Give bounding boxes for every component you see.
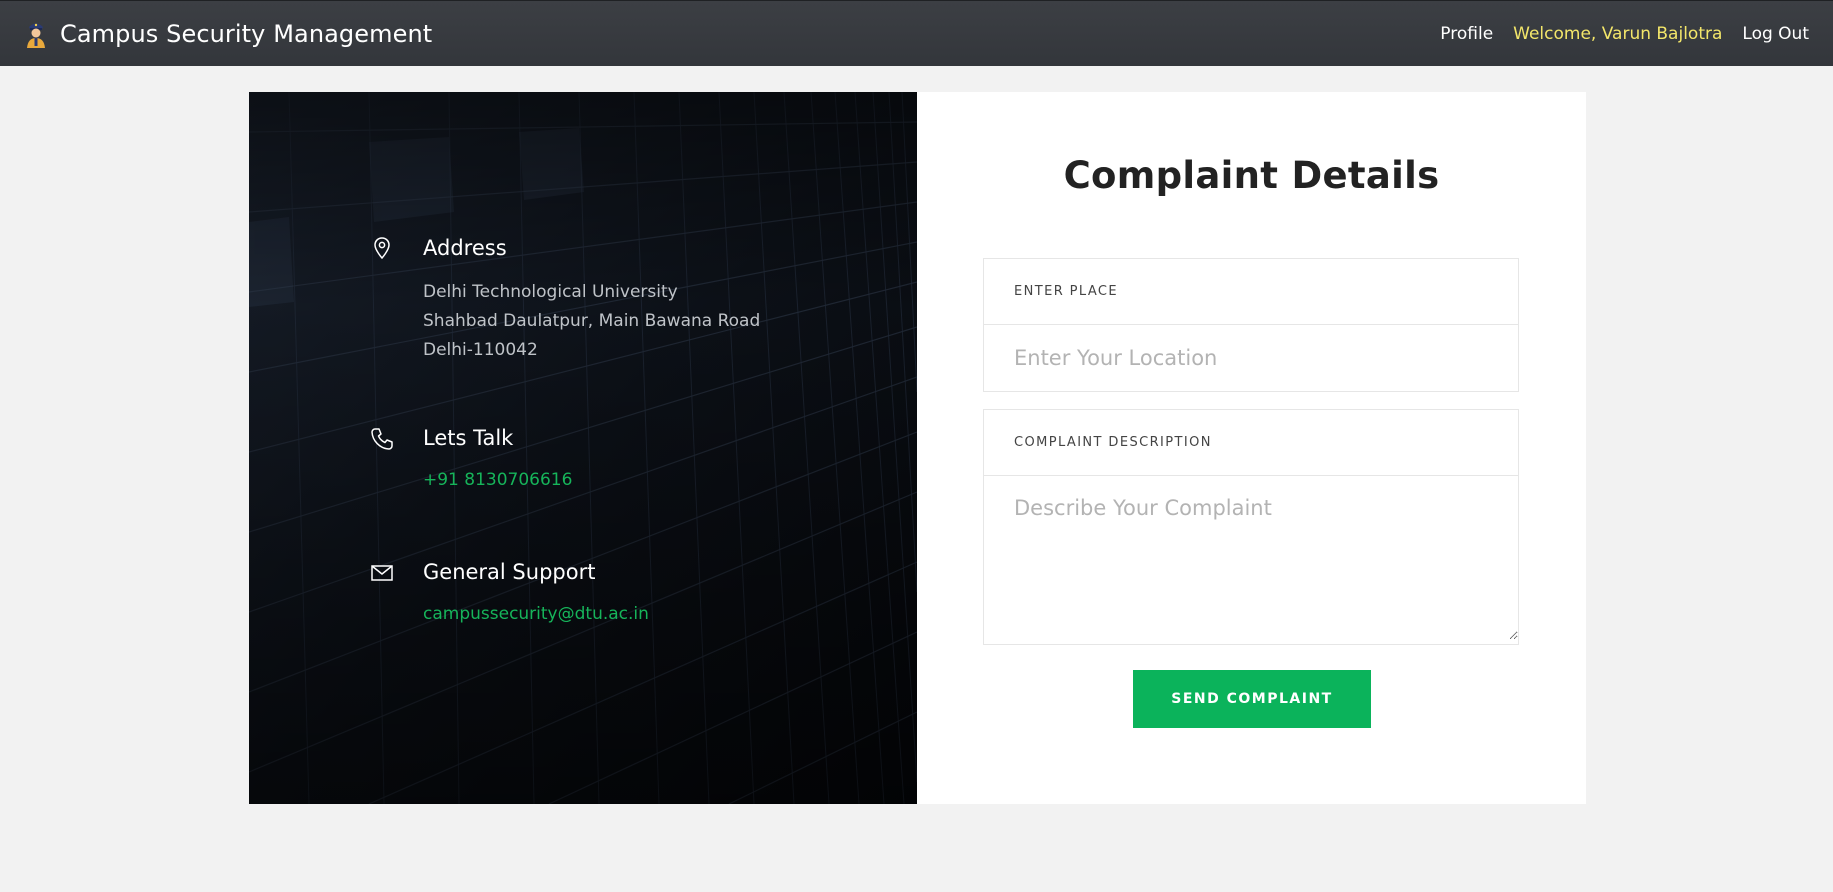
phone-icon [369, 426, 395, 452]
envelope-icon [369, 560, 395, 586]
complaint-card: Address Delhi Technological University S… [249, 92, 1586, 804]
brand-title: Campus Security Management [60, 19, 433, 48]
address-line-3: Delhi-110042 [423, 340, 538, 360]
building-background-image [249, 92, 917, 804]
security-guard-icon [24, 18, 48, 50]
logout-link[interactable]: Log Out [1742, 24, 1809, 44]
address-title: Address [423, 236, 507, 260]
brand-link[interactable]: Campus Security Management [24, 18, 432, 50]
welcome-message: Welcome, Varun Bajlotra [1513, 23, 1723, 44]
description-field-group: COMPLAINT DESCRIPTION [983, 409, 1519, 645]
phone-title: Lets Talk [423, 426, 514, 450]
place-field-group: ENTER PLACE [983, 258, 1519, 392]
complaint-form-panel: Complaint Details ENTER PLACE COMPLAINT … [917, 92, 1586, 804]
contact-info-panel: Address Delhi Technological University S… [249, 92, 917, 804]
profile-link[interactable]: Profile [1440, 24, 1493, 44]
map-pin-icon [369, 236, 395, 262]
phone-number-link[interactable]: +91 8130706616 [423, 470, 572, 490]
place-label: ENTER PLACE [984, 259, 1518, 325]
top-navbar: Campus Security Management Profile Welco… [0, 0, 1833, 66]
description-textarea[interactable] [984, 476, 1518, 640]
place-input[interactable] [984, 325, 1518, 391]
address-line-1: Delhi Technological University [423, 282, 678, 302]
send-complaint-button[interactable]: SEND COMPLAINT [1133, 670, 1371, 728]
address-line-2: Shahbad Daulatpur, Main Bawana Road [423, 311, 761, 331]
description-label: COMPLAINT DESCRIPTION [984, 410, 1518, 476]
email-link[interactable]: campussecurity@dtu.ac.in [423, 604, 649, 624]
nav-links: Profile Welcome, Varun Bajlotra Log Out [1440, 24, 1809, 44]
form-title: Complaint Details [1063, 154, 1440, 197]
email-title: General Support [423, 560, 596, 584]
